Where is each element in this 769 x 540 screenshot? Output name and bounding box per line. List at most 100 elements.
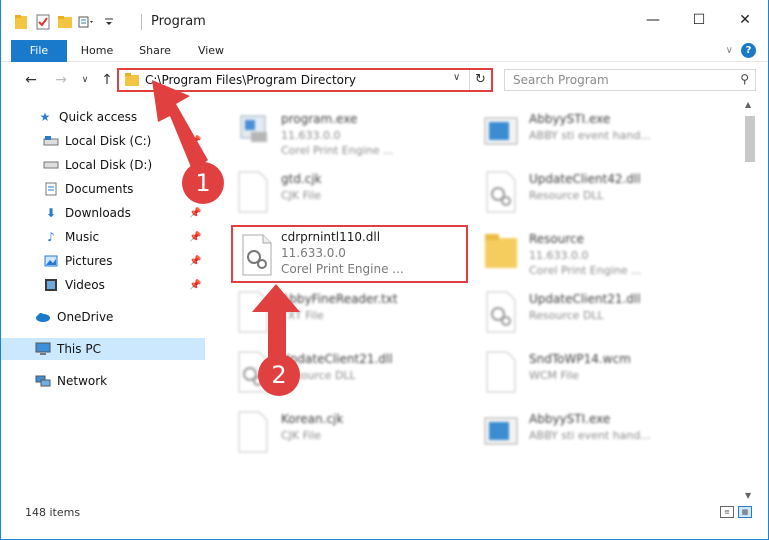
address-path[interactable]: C:\Program Files\Program Directory: [145, 73, 356, 87]
sidebar-item-label: Downloads: [65, 206, 131, 220]
refresh-icon[interactable]: ↻: [469, 70, 491, 90]
exe-file-icon: [484, 117, 518, 145]
file-type: CJK File: [281, 429, 322, 442]
scroll-down-icon[interactable]: ▼: [745, 491, 751, 500]
pin-icon[interactable]: 📌: [189, 280, 201, 291]
sidebar-item-label: OneDrive: [57, 310, 114, 324]
sidebar-item-quick-access[interactable]: ★ Quick access: [1, 106, 205, 128]
step-badge-1: 1: [182, 162, 224, 204]
file-icon: [238, 411, 268, 453]
dropdown-arrow-icon[interactable]: [99, 13, 119, 31]
sidebar-item-local-disk-d[interactable]: Local Disk (D:): [1, 154, 205, 176]
file-name: UpdateClient42.dll: [529, 172, 641, 186]
properties-icon[interactable]: [33, 13, 53, 31]
list-item[interactable]: UpdateClient21.dll Resource DLL: [481, 284, 726, 340]
pin-icon[interactable]: 📌: [189, 232, 201, 243]
tab-share[interactable]: Share: [129, 40, 181, 62]
file-type: CJK File: [281, 189, 322, 202]
address-bar[interactable]: C:\Program Files\Program Directory ∨ ↻: [117, 68, 493, 92]
list-item[interactable]: program.exe 11.633.0.0 Corel Print Engin…: [233, 104, 478, 160]
customize-toolbar-icon[interactable]: [77, 13, 97, 31]
view-switcher: ≡ ▦: [720, 506, 752, 518]
download-icon: ⬇: [45, 206, 57, 220]
text-file-icon: [238, 291, 268, 333]
file-name: Korean.cjk: [281, 412, 344, 426]
list-item[interactable]: gtd.cjk CJK File: [233, 164, 478, 220]
sidebar-item-label: Local Disk (C:): [65, 134, 152, 148]
recent-locations-button[interactable]: ∨: [75, 70, 95, 90]
ribbon-tabs: File Home Share View ∨ ?: [1, 40, 768, 62]
file-version: 11.633.0.0: [529, 249, 589, 262]
forward-button[interactable]: →: [51, 70, 71, 90]
sidebar-item-downloads[interactable]: ⬇ Downloads 📌: [1, 202, 205, 224]
window-controls: — ☐ ✕: [630, 0, 768, 40]
vertical-scrollbar[interactable]: ▲ ▼: [742, 98, 759, 502]
list-item[interactable]: AbbyFineReader.txt TXT File: [233, 284, 478, 340]
up-button[interactable]: ↑: [97, 70, 117, 90]
tiles-view-icon[interactable]: ▦: [738, 506, 752, 518]
tab-view[interactable]: View: [187, 40, 235, 62]
star-icon: ★: [39, 110, 51, 124]
maximize-button[interactable]: ☐: [676, 0, 722, 40]
sidebar-item-network[interactable]: Network: [1, 370, 205, 392]
minimize-button[interactable]: —: [630, 0, 676, 40]
sidebar-item-music[interactable]: ♪ Music 📌: [1, 226, 205, 248]
back-button[interactable]: ←: [21, 70, 41, 90]
sidebar-item-videos[interactable]: Videos 📌: [1, 274, 205, 296]
sidebar-item-local-disk-c[interactable]: Local Disk (C:) 📌: [1, 130, 205, 152]
folder-icon: [125, 73, 139, 86]
file-name: SndToWP14.wcm: [529, 352, 631, 366]
sidebar-item-documents[interactable]: Documents: [1, 178, 205, 200]
item-count: 148 items: [25, 506, 81, 519]
drive-icon: [43, 157, 59, 173]
sidebar-item-this-pc[interactable]: This PC: [1, 338, 205, 360]
list-item[interactable]: SndToWP14.wcm WCM File: [481, 344, 726, 400]
scroll-thumb[interactable]: [745, 116, 755, 162]
tab-home[interactable]: Home: [71, 40, 123, 62]
pin-icon[interactable]: 📌: [189, 208, 201, 219]
pin-icon[interactable]: 📌: [189, 136, 201, 147]
search-input[interactable]: Search Program: [513, 73, 609, 87]
file-type: TXT File: [281, 309, 324, 322]
search-box[interactable]: Search Program ⚲: [504, 69, 756, 91]
tab-file[interactable]: File: [11, 40, 67, 62]
file-name: program.exe: [281, 112, 358, 126]
file-description: ABBY sti event hand...: [529, 429, 651, 442]
details-view-icon[interactable]: ≡: [720, 506, 734, 518]
highlighted-dll-item[interactable]: cdrprnintl110.dll 11.633.0.0 Corel Print…: [231, 225, 468, 283]
cloud-icon: [35, 309, 51, 325]
pin-icon[interactable]: 📌: [189, 256, 201, 267]
file-name: UpdateClient21.dll: [529, 292, 641, 306]
help-icon[interactable]: ?: [741, 43, 756, 58]
file-description: ABBY sti event hand...: [529, 129, 651, 142]
file-description: Corel Print Engine ...: [529, 264, 642, 277]
title-bar: Program — ☐ ✕: [1, 0, 768, 40]
explorer-window: Program — ☐ ✕ File Home Share View ∨ ? ←…: [0, 0, 769, 540]
list-item[interactable]: AbbyySTI.exe ABBY sti event hand...: [481, 104, 726, 160]
quick-access-toolbar: [11, 12, 119, 32]
list-item[interactable]: Resource 11.633.0.0 Corel Print Engine .…: [481, 224, 726, 280]
list-item[interactable]: AbbyySTI.exe ABBY sti event hand...: [481, 404, 726, 460]
sidebar-item-label: Network: [57, 374, 108, 388]
list-item[interactable]: Korean.cjk CJK File: [233, 404, 478, 460]
sidebar-item-onedrive[interactable]: OneDrive: [1, 306, 205, 328]
expand-ribbon-icon[interactable]: ∨: [726, 45, 733, 56]
new-folder-icon[interactable]: [55, 13, 75, 31]
search-icon[interactable]: ⚲: [740, 72, 749, 86]
file-name: AbbyFineReader.txt: [281, 292, 398, 306]
exe-file-icon: [484, 417, 518, 445]
file-name: UpdateClient21.dll: [281, 352, 393, 366]
file-name: gtd.cjk: [281, 172, 322, 186]
close-button[interactable]: ✕: [722, 0, 768, 40]
folder-icon: [485, 234, 517, 268]
address-dropdown-icon[interactable]: ∨: [453, 72, 460, 83]
scroll-up-icon[interactable]: ▲: [745, 100, 751, 109]
network-icon: [35, 373, 51, 389]
documents-icon: [43, 181, 59, 197]
file-type: Resource DLL: [529, 189, 604, 202]
title-separator: [141, 14, 142, 30]
sidebar-item-pictures[interactable]: Pictures 📌: [1, 250, 205, 272]
list-item[interactable]: UpdateClient42.dll Resource DLL: [481, 164, 726, 220]
file-type: Resource DLL: [529, 309, 604, 322]
sidebar-item-label: Documents: [65, 182, 134, 196]
